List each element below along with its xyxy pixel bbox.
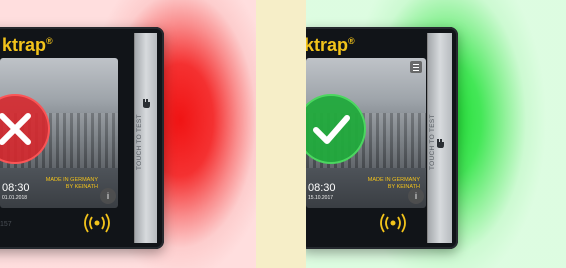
hand-icon	[437, 139, 444, 148]
touch-label: TOUCH TO TEST	[136, 114, 143, 170]
hand-icon	[143, 99, 150, 108]
clock-time: 08:30	[308, 182, 336, 194]
brand-logo: ktrap®	[306, 35, 355, 55]
nfc-icon	[380, 213, 406, 233]
x-icon	[0, 94, 50, 164]
touch-to-test-strip[interactable]: TOUCH TO TEST	[134, 33, 157, 243]
made-in-label: MADE IN GERMANY BY KEINATH	[45, 177, 98, 190]
nfc-icon	[84, 213, 110, 233]
brand-logo: ktrap®	[2, 35, 53, 55]
accept-panel: ktrap® 08:30 15.10.2017 i MADE IN GERMAN…	[306, 0, 566, 268]
device-number: 157	[0, 221, 12, 228]
check-icon	[306, 94, 366, 164]
made-in-label: MADE IN GERMANY BY KEINATH	[367, 177, 420, 190]
clock-date: 15.10.2017	[308, 195, 334, 201]
device-body: ktrap® 08:30 01.01.2018 i MADE IN GERMAN…	[0, 27, 164, 249]
info-icon[interactable]: i	[100, 188, 116, 204]
clock-date: 01.01.2018	[2, 195, 28, 201]
menu-icon[interactable]	[410, 61, 422, 73]
device-body: ktrap® 08:30 15.10.2017 i MADE IN GERMAN…	[306, 27, 458, 249]
reject-panel: ktrap® 08:30 01.01.2018 i MADE IN GERMAN…	[0, 0, 256, 268]
touch-to-test-strip[interactable]: TOUCH TO TEST	[427, 33, 452, 243]
